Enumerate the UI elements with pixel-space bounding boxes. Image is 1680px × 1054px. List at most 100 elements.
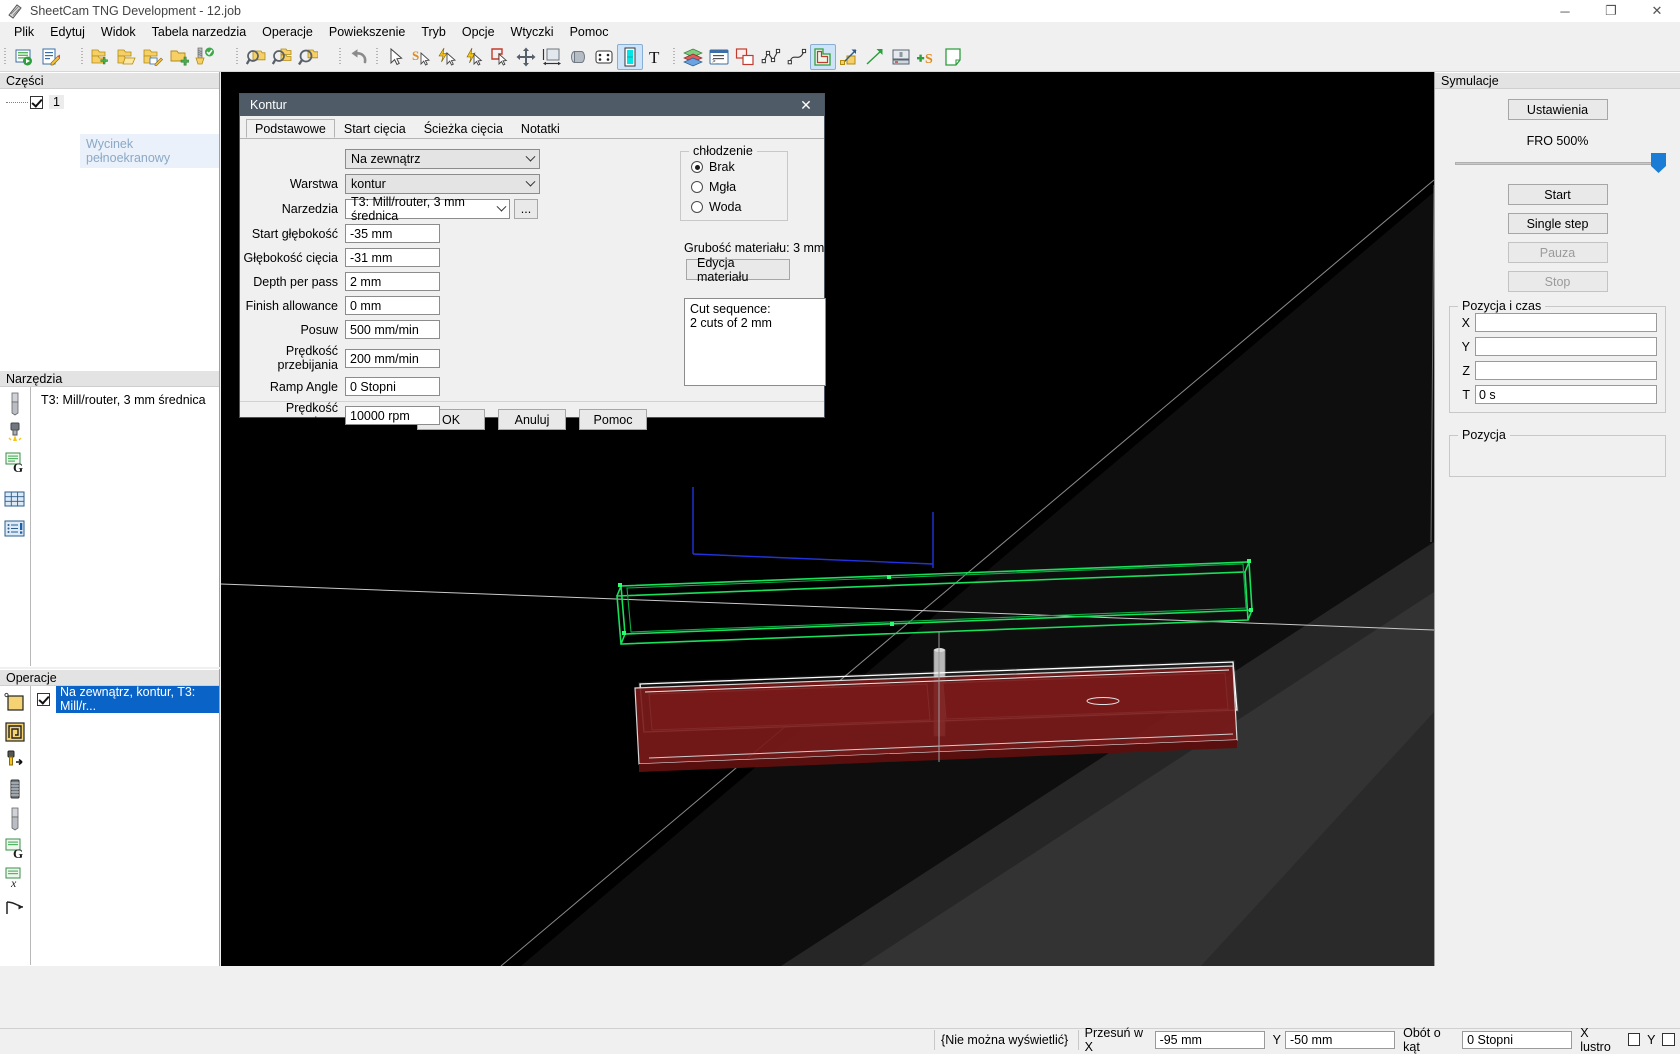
tool-browse-button[interactable]: ...: [514, 199, 538, 219]
part-checkbox[interactable]: [30, 95, 43, 109]
add-part-icon[interactable]: [166, 44, 192, 70]
toolbar-grip[interactable]: [2, 45, 9, 68]
duplicate-shape-icon[interactable]: [732, 44, 758, 70]
tap-icon[interactable]: [2, 776, 29, 803]
undo-icon[interactable]: [346, 44, 372, 70]
mirror-x-checkbox[interactable]: [1627, 1033, 1641, 1046]
menu-tryb[interactable]: Tryb: [413, 23, 454, 41]
minimize-button[interactable]: ─: [1542, 0, 1588, 22]
sim-single-step-button[interactable]: Single step: [1507, 213, 1608, 234]
toolbar-grip-6[interactable]: [671, 45, 678, 68]
start-depth-field[interactable]: -35 mm: [345, 224, 440, 243]
menu-pomoc[interactable]: Pomoc: [562, 23, 617, 41]
finish-allowance-field[interactable]: 0 mm: [345, 296, 440, 315]
tools-list[interactable]: T3: Mill/router, 3 mm średnica: [31, 387, 219, 666]
tool-combo[interactable]: T3: Mill/router, 3 mm średnica: [345, 195, 510, 223]
edit-job-icon[interactable]: [37, 44, 63, 70]
part-item-1[interactable]: 1: [6, 93, 219, 111]
sim-start-button[interactable]: Start: [1507, 184, 1608, 205]
sim-t-input[interactable]: 0 s: [1475, 385, 1657, 404]
sim-settings-button[interactable]: Ustawienia: [1507, 99, 1608, 120]
array-icon[interactable]: [591, 44, 617, 70]
lead-line-icon[interactable]: [862, 44, 888, 70]
feed-rate-field[interactable]: 500 mm/min: [345, 320, 440, 339]
zoom-window-icon[interactable]: [295, 44, 321, 70]
spindle-speed-field[interactable]: 10000 rpm: [345, 405, 440, 425]
operations-list[interactable]: Na zewnątrz, kontur, T3: Mill/r...: [31, 686, 219, 965]
plasma-tool-icon[interactable]: [2, 419, 29, 446]
sim-z-input[interactable]: [1475, 361, 1657, 380]
layers-icon[interactable]: [680, 44, 706, 70]
run-post-processor-icon[interactable]: [11, 44, 37, 70]
sim-y-input[interactable]: [1475, 337, 1657, 356]
move-x-input[interactable]: -95 mm: [1154, 1030, 1265, 1049]
menu-widok[interactable]: Widok: [93, 23, 144, 41]
operation-checkbox[interactable]: [37, 692, 50, 706]
toolbar-grip-2[interactable]: [79, 45, 86, 68]
menu-powiekszenie[interactable]: Powiekszenie: [321, 23, 413, 41]
close-icon[interactable]: ✕: [788, 94, 824, 116]
menu-operacje[interactable]: Operacje: [254, 23, 321, 41]
tab-podstawowe[interactable]: Podstawowe: [246, 119, 335, 138]
mirror-y-checkbox[interactable]: [1662, 1033, 1675, 1046]
rotate-icon[interactable]: [565, 44, 591, 70]
close-button[interactable]: ✕: [1634, 0, 1680, 22]
rotate-input[interactable]: 0 Stopni: [1462, 1030, 1573, 1049]
open-job-icon[interactable]: [114, 44, 140, 70]
toolbar-grip-3[interactable]: [234, 45, 241, 68]
code-view-icon[interactable]: >_: [706, 44, 732, 70]
menu-plik[interactable]: Plik: [6, 23, 42, 41]
mill-router-icon[interactable]: [2, 390, 29, 417]
gcode-op-icon[interactable]: G: [2, 834, 29, 861]
edit-part-icon[interactable]: [140, 44, 166, 70]
add-s-icon[interactable]: S: [914, 44, 940, 70]
toggle-layer-icon[interactable]: [617, 43, 643, 70]
outside-offset-icon[interactable]: [2, 689, 29, 716]
menu-tabela-narzedzia[interactable]: Tabela narzedzia: [144, 23, 255, 41]
node-snap-icon[interactable]: [461, 44, 487, 70]
pan-icon[interactable]: [513, 44, 539, 70]
zoom-part-icon[interactable]: [243, 44, 269, 70]
measure-icon[interactable]: [539, 44, 565, 70]
fro-slider-thumb[interactable]: [1651, 153, 1666, 173]
snap-select-icon[interactable]: S: [409, 44, 435, 70]
select-arrow-icon[interactable]: [383, 44, 409, 70]
polyline-icon[interactable]: [758, 44, 784, 70]
drill-icon[interactable]: [2, 747, 29, 774]
tab-sciezka-ciecia[interactable]: Ścieżka cięcia: [415, 119, 512, 138]
menu-edytuj[interactable]: Edytuj: [42, 23, 93, 41]
tab-notatki[interactable]: Notatki: [512, 119, 569, 138]
coolant-none-radio[interactable]: Brak: [691, 160, 779, 174]
note-icon[interactable]: [940, 44, 966, 70]
move-y-input[interactable]: -50 mm: [1285, 1030, 1396, 1049]
tool-library-icon[interactable]: [192, 44, 218, 70]
ramp-angle-field[interactable]: 0 Stopni: [345, 377, 440, 396]
toolbar-grip-5[interactable]: [374, 45, 381, 68]
menu-wtyczki[interactable]: Wtyczki: [503, 23, 562, 41]
new-job-icon[interactable]: [88, 44, 114, 70]
edit-material-button[interactable]: Edycja materiału: [686, 256, 790, 284]
coolant-flood-radio[interactable]: Woda: [691, 200, 779, 214]
gcode-tool-icon[interactable]: G: [2, 448, 29, 475]
pocket-icon[interactable]: [2, 718, 29, 745]
layer-combo[interactable]: kontur: [345, 174, 540, 194]
contour-select-icon[interactable]: [487, 44, 513, 70]
operation-item-contour[interactable]: Na zewnątrz, kontur, T3: Mill/r...: [37, 686, 219, 713]
spline-icon[interactable]: [784, 44, 810, 70]
fro-slider[interactable]: [1455, 153, 1666, 173]
depth-per-pass-field[interactable]: 2 mm: [345, 272, 440, 291]
tool-table-icon[interactable]: [2, 486, 29, 513]
coolant-mist-radio[interactable]: Mgła: [691, 180, 779, 194]
maximize-button[interactable]: ❐: [1588, 0, 1634, 22]
offset-side-combo[interactable]: Na zewnątrz: [345, 149, 540, 169]
variable-op-icon[interactable]: x: [2, 863, 29, 890]
zoom-extents-icon[interactable]: [269, 44, 295, 70]
text-tool-icon[interactable]: T: [643, 44, 669, 70]
menu-opcje[interactable]: Opcje: [454, 23, 503, 41]
quick-snap-icon[interactable]: [435, 44, 461, 70]
tab-start-ciecia[interactable]: Start cięcia: [335, 119, 415, 138]
plunge-rate-field[interactable]: 200 mm/min: [345, 348, 440, 368]
cut-depth-field[interactable]: -31 mm: [345, 248, 440, 267]
tool-list-icon[interactable]: [2, 515, 29, 542]
offset-icon[interactable]: [810, 43, 836, 70]
